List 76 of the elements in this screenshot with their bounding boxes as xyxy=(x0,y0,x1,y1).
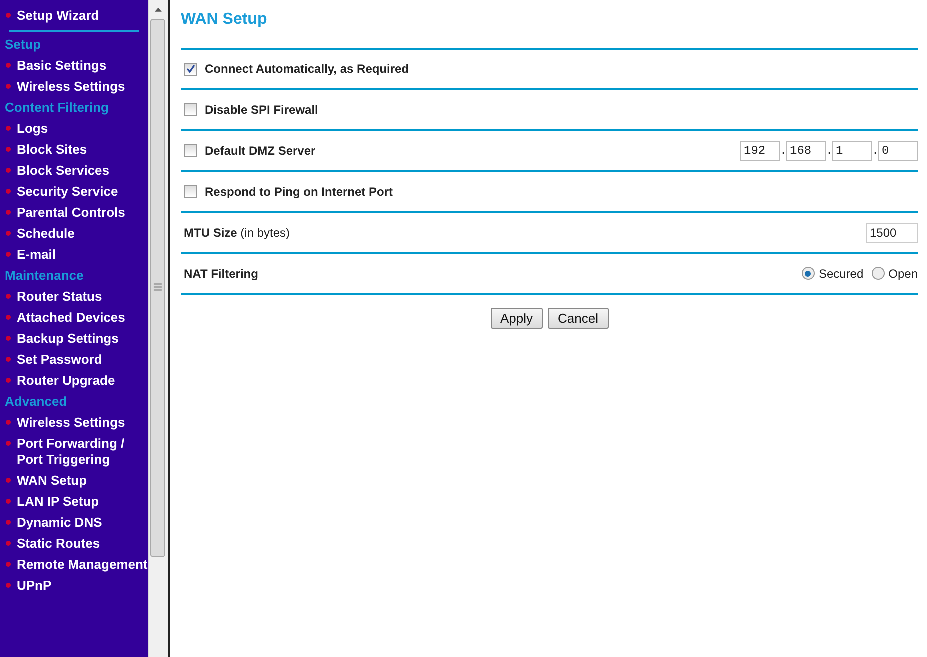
radio-label: Secured xyxy=(818,266,864,280)
nav-heading: Maintenance xyxy=(5,267,85,285)
checkbox-label: Respond to Ping on Internet Port xyxy=(205,184,393,198)
nav-link[interactable]: Wireless Settings xyxy=(17,415,126,431)
nav-link[interactable]: Parental Controls xyxy=(17,205,126,221)
nav-link[interactable]: Basic Settings xyxy=(17,58,107,74)
bullet-icon xyxy=(6,147,11,152)
bullet-icon xyxy=(6,210,11,215)
nav-link[interactable]: Block Services xyxy=(17,163,110,179)
ip-octet-field[interactable]: 0 xyxy=(878,140,918,160)
bullet-icon xyxy=(6,378,11,383)
nav-link[interactable]: Dynamic DNS xyxy=(17,515,102,531)
nav-link[interactable]: Setup Wizard xyxy=(17,8,100,24)
bullet-icon xyxy=(6,562,11,567)
ip-octet-field[interactable]: 168 xyxy=(786,140,826,160)
nav-link[interactable]: Schedule xyxy=(17,226,75,242)
nav-link[interactable]: Port Forwarding / Port Triggering xyxy=(17,436,148,468)
nav-link[interactable]: Security Service xyxy=(17,184,118,200)
bullet-icon xyxy=(6,478,11,483)
bullet-icon xyxy=(6,189,11,194)
nav-heading: Content Filtering xyxy=(5,99,110,117)
nav-link[interactable]: Backup Settings xyxy=(17,331,119,347)
ip-octet-field[interactable]: 1 xyxy=(832,140,872,160)
nav-link[interactable]: Block Sites xyxy=(17,142,88,158)
cancel-button[interactable]: Cancel xyxy=(548,308,608,329)
bullet-icon xyxy=(6,63,11,68)
nav-heading: Advanced xyxy=(5,393,68,411)
bullet-icon xyxy=(6,84,11,89)
bullet-icon xyxy=(6,336,11,341)
bullet-icon xyxy=(6,315,11,320)
bullet-icon xyxy=(6,13,11,18)
scrollbar-drawing[interactable] xyxy=(148,0,168,657)
nav-link[interactable]: Remote Management xyxy=(17,557,148,573)
mtu-field[interactable]: 1500 xyxy=(866,222,918,242)
radio-button[interactable] xyxy=(802,267,815,280)
bullet-icon xyxy=(6,252,11,257)
page-title: WAN Setup xyxy=(181,11,268,29)
field-label: NAT Filtering xyxy=(184,266,258,280)
checkbox[interactable] xyxy=(184,62,197,76)
nav-link[interactable]: Wireless Settings xyxy=(17,79,126,95)
nav-link[interactable]: LAN IP Setup xyxy=(17,494,100,510)
checkbox-label: Default DMZ Server xyxy=(205,144,316,158)
bullet-icon xyxy=(6,126,11,131)
ip-separator: . xyxy=(872,144,878,158)
ip-separator: . xyxy=(826,144,832,158)
radio-label: Open xyxy=(888,266,918,280)
bullet-icon xyxy=(6,541,11,546)
ip-separator: . xyxy=(780,144,786,158)
bullet-icon xyxy=(6,231,11,236)
nav-link[interactable]: WAN Setup xyxy=(17,473,88,489)
bullet-icon xyxy=(6,420,11,425)
nav-link[interactable]: Router Status xyxy=(17,289,102,305)
bullet-icon xyxy=(6,294,11,299)
checkbox-label: Connect Automatically, as Required xyxy=(205,62,410,76)
nav-link[interactable]: Logs xyxy=(17,121,48,137)
nav-link[interactable]: Static Routes xyxy=(17,536,100,552)
nav-link[interactable]: Set Password xyxy=(17,352,102,368)
bullet-icon xyxy=(6,357,11,362)
bullet-icon xyxy=(6,168,11,173)
bullet-icon xyxy=(6,499,11,504)
checkbox[interactable] xyxy=(184,103,197,116)
bullet-icon xyxy=(6,520,11,525)
bullet-icon xyxy=(6,583,11,588)
checkbox-label: Disable SPI Firewall xyxy=(205,102,318,116)
nav-link[interactable]: Attached Devices xyxy=(17,310,126,326)
nav-heading: Setup xyxy=(5,36,42,54)
bullet-icon xyxy=(6,441,11,446)
field-label: MTU Size (in bytes) xyxy=(184,226,290,240)
radio-button[interactable] xyxy=(872,267,885,280)
nav-link[interactable]: Router Upgrade xyxy=(17,373,116,389)
checkbox[interactable] xyxy=(184,144,197,157)
ip-octet-field[interactable]: 192 xyxy=(740,140,780,160)
nav-link[interactable]: E-mail xyxy=(17,247,56,263)
nav-link[interactable]: UPnP xyxy=(17,578,52,594)
checkbox[interactable] xyxy=(184,185,197,198)
apply-button[interactable]: Apply xyxy=(490,308,544,329)
